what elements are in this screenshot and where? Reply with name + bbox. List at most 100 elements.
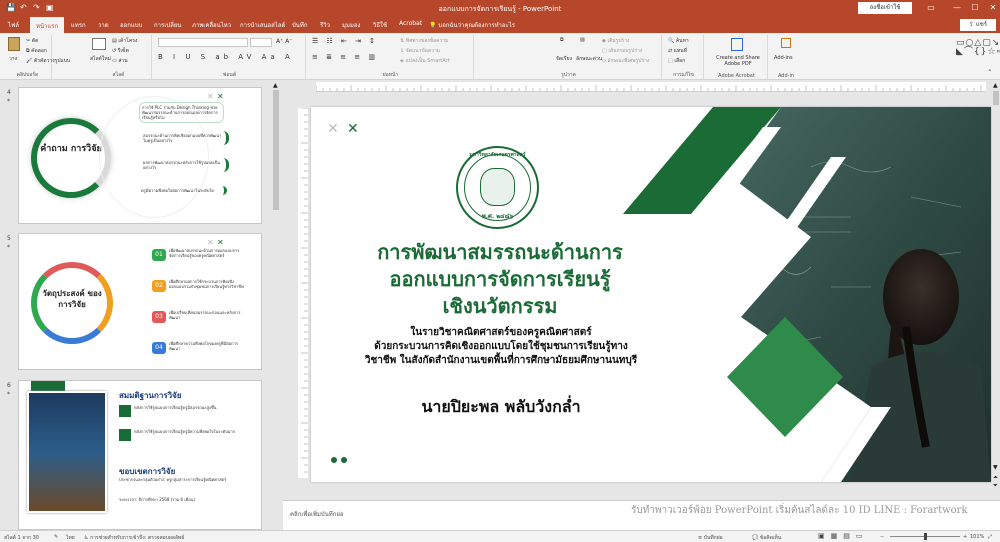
group-label: Adobe Acrobat	[718, 73, 755, 79]
tab-slideshow[interactable]: การนำเสนอสไลด์	[240, 20, 285, 30]
zoom-slider-thumb[interactable]	[924, 533, 927, 540]
present-icon[interactable]: ▣	[46, 3, 54, 12]
subtitle-line: วิชาชีพ ในสังกัดสำนักงานเขตพื้นที่การศึก…	[364, 355, 638, 366]
slide-canvas[interactable]: ✕ ✕ มหาวิทยาลัยเกษตรศาสตร์ พ.ศ. ๒๔๘๖ การ…	[311, 107, 991, 482]
adobe-pdf-icon[interactable]	[731, 38, 743, 51]
zoom-in-icon[interactable]: +	[963, 534, 967, 540]
slide-thumbnail-6[interactable]: สมมติฐานการวิจัย หลังการใช้รูปแบบการเรีย…	[18, 380, 262, 530]
group-clipboard: วาง ✂ ตัด ⧉ คัดลอก 🖌 ตัวคัดวางรูปแบบ คลิ…	[4, 35, 70, 79]
slide-thumbnail-5[interactable]: ✕ ✕ วัตถุประสงค์ ของการวิจัย 01 เพื่อพัฒ…	[18, 233, 262, 370]
tab-home[interactable]: หน้าแรก	[30, 17, 65, 33]
collapse-ribbon-icon[interactable]: ˄	[988, 69, 992, 77]
reset-button[interactable]: ↺ รีเซ็ต	[112, 47, 129, 55]
new-slide-button[interactable]: สไลด์ใหม่	[90, 55, 111, 63]
notes-toggle[interactable]: ≡ บันทึกย่อ	[698, 534, 723, 542]
comments-toggle[interactable]: 💬 ข้อคิดเห็น	[752, 534, 781, 542]
shape-fill-button[interactable]: ◆ เติมรูปร่าง	[602, 37, 629, 45]
x-icon: ✕	[327, 121, 339, 137]
font-format-icons[interactable]: B I U S ab AV Aa A	[158, 53, 294, 61]
next-slide-icon[interactable]: ⏷	[993, 482, 998, 490]
slide-title: คำถาม การวิจัย	[40, 144, 102, 154]
select-button[interactable]: ⬚ เลือก	[668, 57, 685, 65]
tab-design[interactable]: ออกแบบ	[120, 20, 142, 30]
question-item: ครูมีความพึงพอใจต่อการพัฒนาในระดับใด	[139, 186, 227, 195]
question-item: ผลการพัฒนาสมรรถนะหลังการใช้รูปแบบเป็นอย่…	[141, 158, 229, 172]
group-label: การแก้ไข	[673, 72, 694, 78]
smartart-button[interactable]: ◈ แปลงเป็น SmartArt	[400, 57, 450, 65]
shape-effects-button[interactable]: ◇ ลักษณะพิเศษรูปร่าง	[602, 57, 649, 65]
share-button[interactable]: ⇪ แชร์	[960, 19, 996, 31]
shapes-gallery[interactable]: ▭○△▢↘↔⬠◣⌒{}☆⇨▱	[956, 39, 1000, 67]
replace-button[interactable]: ⇄ แทนที่	[668, 47, 687, 55]
editor-scrollbar[interactable]: ▲ ▼ ⏶ ⏷	[992, 82, 1000, 492]
copy-button[interactable]: ⧉ คัดลอก	[26, 47, 47, 55]
save-icon[interactable]: 💾	[6, 3, 16, 12]
paste-button[interactable]: วาง	[9, 55, 17, 63]
layout-button[interactable]: ▤ เค้าโครง	[112, 37, 137, 45]
addins-button[interactable]: Add-ins	[774, 55, 793, 61]
ribbon-display-icon[interactable]: ▭	[918, 2, 944, 14]
undo-icon[interactable]: ↶	[20, 3, 27, 12]
redo-icon[interactable]: ↷	[33, 3, 40, 12]
font-size-combo[interactable]	[250, 38, 272, 47]
x-icon: ✕	[347, 121, 359, 137]
new-slide-icon[interactable]	[92, 38, 106, 50]
group-label: สไลด์	[112, 72, 125, 78]
tab-review[interactable]: รีวิว	[320, 20, 330, 30]
align-text-button[interactable]: ⇳ จัดแนวข้อความ	[400, 47, 440, 55]
text-direction-button[interactable]: ⇅ ทิศทางของข้อความ	[400, 37, 448, 45]
find-button[interactable]: 🔍 ค้นหา	[668, 37, 689, 45]
scroll-thumb[interactable]	[993, 91, 999, 105]
tab-acrobat[interactable]: Acrobat	[399, 20, 422, 27]
scroll-thumb[interactable]	[273, 90, 279, 210]
prev-slide-icon[interactable]: ⏶	[993, 474, 998, 482]
scroll-up-icon[interactable]: ▲	[273, 82, 278, 89]
language[interactable]: ไทย	[66, 534, 75, 542]
slide-title: การพัฒนาสมรรถนะด้านการ ออกแบบการจัดการเร…	[341, 239, 659, 320]
addins-icon[interactable]	[781, 38, 791, 48]
view-buttons[interactable]: ▣▦▤▭	[818, 532, 868, 540]
list-icons[interactable]: ☰ ☷ ⇤ ⇥ ↕	[312, 37, 378, 45]
zoom-out-icon[interactable]: −	[880, 534, 884, 540]
objective-number: 02	[152, 280, 166, 292]
align-icons[interactable]: ≡ ≣ ≡ ≡ ▥	[312, 53, 378, 61]
tab-view[interactable]: มุมมอง	[342, 20, 360, 30]
objective-item: เพื่อศึกษาผลการใช้กระบวนการคิดเชิงออกแบบ…	[169, 279, 244, 289]
quick-styles-button[interactable]: ▨	[580, 37, 585, 43]
cut-button[interactable]: ✂ ตัด	[26, 37, 38, 45]
close-button[interactable]: ✕	[980, 2, 1000, 14]
tab-file[interactable]: ไฟล์	[8, 20, 19, 30]
sign-in-button[interactable]: ลงชื่อเข้าใช้	[858, 2, 912, 14]
fit-slide-icon[interactable]: ⤢	[988, 534, 992, 540]
shape-outline-button[interactable]: ▢ เส้นกรอบรูปร่าง	[602, 47, 642, 55]
tab-draw[interactable]: วาด	[98, 20, 109, 30]
scroll-up-icon[interactable]: ▲	[993, 82, 998, 89]
section-button[interactable]: ▭ ส่วน	[112, 57, 128, 65]
title-line: การพัฒนาสมรรถนะด้านการ	[377, 240, 623, 264]
format-painter-button[interactable]: 🖌 ตัวคัดวางรูปแบบ	[26, 57, 70, 65]
tell-me-box[interactable]: 💡 บอกฉันว่าคุณต้องการทำอะไร	[429, 20, 515, 30]
zoom-level[interactable]: 101%	[970, 534, 984, 540]
tab-insert[interactable]: แทรก	[71, 20, 86, 30]
ribbon: วาง ✂ ตัด ⧉ คัดลอก 🖌 ตัวคัดวางรูปแบบ คลิ…	[0, 33, 1000, 80]
paste-icon[interactable]	[8, 37, 20, 51]
arrange-button[interactable]: ⧉	[560, 37, 564, 43]
scroll-down-icon[interactable]: ▼	[993, 464, 998, 471]
tab-help[interactable]: วิธีใช้	[373, 20, 387, 30]
notes-placeholder[interactable]: คลิกเพื่อเพิ่มบันทึกย่อ	[290, 509, 344, 519]
spellcheck-icon[interactable]: ✎	[54, 534, 58, 540]
question-item: การใช้ PLC ร่วมกับ Design Thinking ช่วยพ…	[139, 102, 224, 123]
accessibility-status[interactable]: ♿ การช่วยสำหรับการเข้าถึง: ตรวจสอบผลลัพธ…	[84, 534, 184, 542]
notes-pane[interactable]: คลิกเพื่อเพิ่มบันทึกย่อ รับทำพาวเวอร์พ้อ…	[283, 500, 1000, 530]
font-name-combo[interactable]	[158, 38, 248, 47]
tab-record[interactable]: บันทึก	[292, 20, 308, 30]
slide-thumbnails-pane: 4 * ✕ ✕ คำถาม การวิจัย การใช้ PLC ร่วมกั…	[0, 80, 282, 530]
window-title: ออกแบบการจัดการเรียนรู้ - PowerPoint	[438, 5, 562, 13]
watermark-text: รับทำพาวเวอร์พ้อย PowerPoint เริ่มต้นสไล…	[631, 505, 968, 516]
grow-font-icon[interactable]: A⁺ A⁻	[276, 38, 292, 45]
slide-thumbnail-4[interactable]: ✕ ✕ คำถาม การวิจัย การใช้ PLC ร่วมกับ De…	[18, 87, 262, 224]
tab-animations[interactable]: ภาพเคลื่อนไหว	[192, 20, 231, 30]
thumbnails-scrollbar[interactable]: ▲	[272, 82, 280, 528]
lightbulb-image	[27, 391, 107, 513]
tab-transitions[interactable]: การเปลี่ยน	[154, 20, 181, 30]
